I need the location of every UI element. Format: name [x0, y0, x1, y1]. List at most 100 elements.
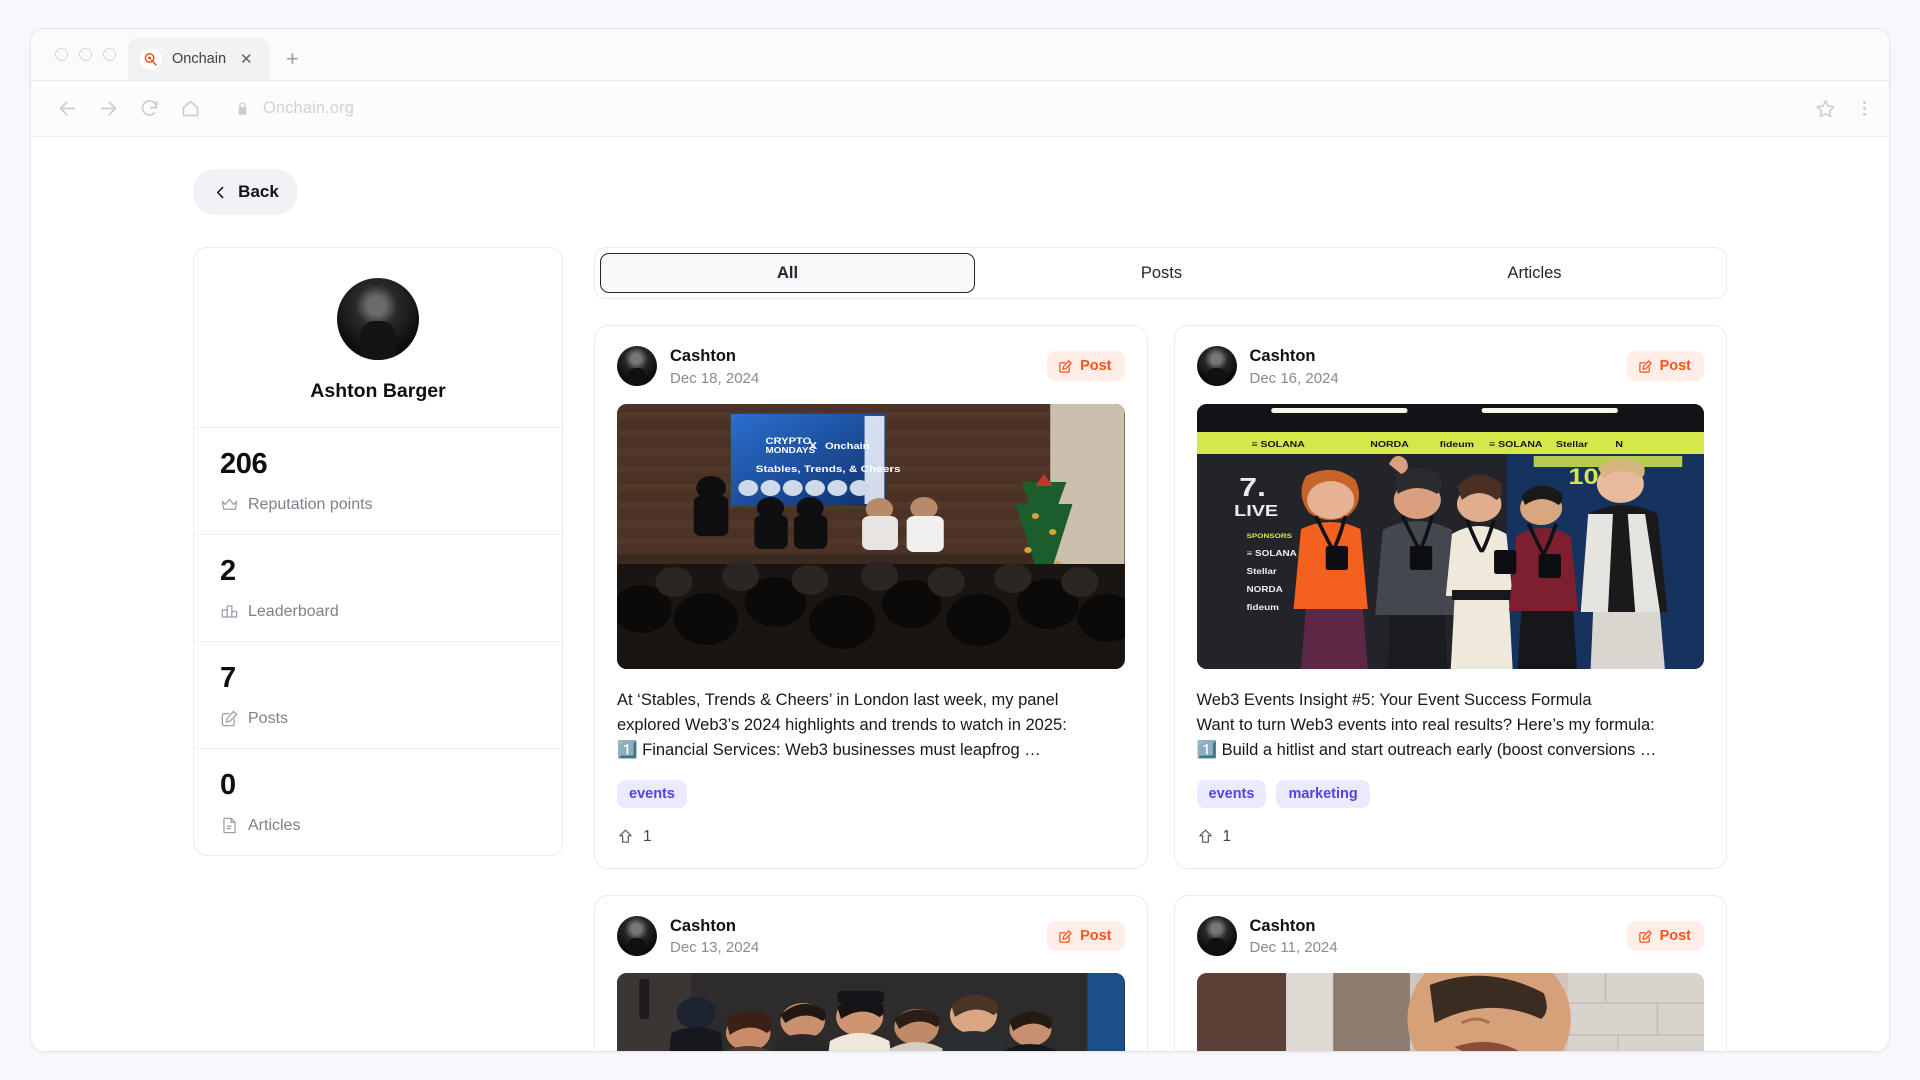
svg-text:NORDA: NORDA	[1246, 585, 1283, 594]
edit-square-icon	[1058, 929, 1073, 944]
arrow-up-icon	[617, 828, 634, 845]
tab-all[interactable]: All	[600, 253, 975, 293]
svg-text:7.: 7.	[1239, 473, 1266, 501]
post-date: Dec 11, 2024	[1249, 939, 1338, 957]
svg-text:fideum: fideum	[1246, 603, 1278, 612]
svg-text:LIVE: LIVE	[1234, 501, 1278, 519]
page-layout: Ashton Barger 206 Reputation points 2 Le…	[31, 215, 1889, 1051]
browser-window: Onchain ✕ + Onchain.org Back Ashton Barg…	[30, 28, 1890, 1052]
post-date: Dec 16, 2024	[1249, 369, 1339, 387]
leaderboard-icon	[220, 602, 239, 621]
post-text: At ‘Stables, Trends & Cheers’ in London …	[617, 690, 1067, 759]
avatar	[1196, 916, 1237, 957]
svg-text:10: 10	[1568, 465, 1598, 489]
post-card[interactable]: Cashton Dec 11, 2024 Post	[1173, 894, 1727, 1051]
svg-text:Onchain: Onchain	[825, 442, 870, 452]
post-image-portrait-closeup	[1196, 973, 1704, 1051]
tag[interactable]: events	[1196, 779, 1267, 808]
stat-label: Reputation points	[248, 495, 373, 513]
svg-text:≡ SOLANA: ≡ SOLANA	[1489, 440, 1543, 450]
tag[interactable]: events	[617, 779, 687, 808]
svg-text:fideum: fideum	[1439, 440, 1473, 450]
stat-value: 0	[220, 769, 236, 801]
status-badge[interactable]: Post	[1626, 921, 1704, 952]
post-author: Cashton	[1249, 347, 1316, 365]
avatar	[617, 346, 657, 387]
stat-leaderboard[interactable]: 2 Leaderboard	[194, 534, 562, 641]
status-badge[interactable]: Post	[1047, 921, 1125, 952]
stat-posts[interactable]: 7 Posts	[194, 641, 562, 748]
reload-icon[interactable]	[139, 98, 160, 119]
post-date: Dec 18, 2024	[670, 369, 760, 387]
svg-text:Stellar: Stellar	[1555, 440, 1587, 450]
profile-card: Ashton Barger 206 Reputation points 2 Le…	[193, 247, 563, 856]
stat-value: 7	[220, 662, 236, 694]
window-maximize-dot[interactable]	[103, 47, 116, 61]
avatar	[617, 916, 657, 957]
status-badge-label: Post	[1659, 928, 1691, 945]
close-icon[interactable]: ✕	[240, 52, 253, 67]
toolbar-actions	[1815, 98, 1867, 119]
post-card[interactable]: Cashton Dec 18, 2024 Post CRYPTO MONDAYS…	[594, 325, 1148, 869]
window-minimize-dot[interactable]	[79, 47, 92, 61]
browser-toolbar: Onchain.org	[31, 81, 1889, 137]
crown-icon	[220, 495, 239, 514]
back-button[interactable]: Back	[193, 169, 298, 215]
post-tags: events marketing	[1196, 779, 1705, 808]
stat-value: 206	[220, 448, 268, 480]
post-card[interactable]: Cashton Dec 13, 2024 Post	[594, 894, 1148, 1051]
post-author: Cashton	[670, 347, 736, 365]
plus-icon[interactable]: +	[286, 46, 299, 80]
svg-text:Stellar: Stellar	[1246, 567, 1277, 576]
stat-reputation-points[interactable]: 206 Reputation points	[194, 427, 562, 534]
upvote-button[interactable]: 1	[617, 828, 1125, 846]
avatar	[1196, 346, 1237, 387]
post-author: Cashton	[670, 916, 736, 935]
chevron-left-icon	[212, 184, 229, 201]
edit-square-icon	[220, 709, 239, 728]
arrow-left-icon[interactable]	[57, 98, 78, 119]
status-badge-label: Post	[1080, 928, 1112, 945]
feed-column: All Posts Articles Cashton Dec 18, 2024 …	[594, 247, 1727, 1051]
svg-text:X: X	[809, 441, 818, 452]
svg-text:N: N	[1615, 440, 1623, 450]
edit-square-icon	[1638, 359, 1653, 374]
status-badge[interactable]: Post	[1047, 351, 1125, 382]
kebab-menu-icon[interactable]	[1862, 98, 1867, 119]
post-grid: Cashton Dec 18, 2024 Post CRYPTO MONDAYS…	[594, 325, 1727, 1051]
stat-label: Leaderboard	[248, 602, 339, 620]
edit-square-icon	[1058, 359, 1073, 374]
browser-tabstrip: Onchain ✕ +	[31, 29, 1889, 81]
arrow-right-icon[interactable]	[98, 98, 119, 119]
post-image-conference-panel-stage: CRYPTO MONDAYS X Onchain Stables, Trends…	[617, 403, 1125, 669]
post-date: Dec 13, 2024	[670, 939, 760, 957]
tab-title: Onchain	[172, 51, 227, 67]
stat-articles[interactable]: 0 Articles	[194, 748, 562, 855]
page-title: Ashton Barger	[310, 380, 446, 402]
window-close-dot[interactable]	[55, 47, 68, 61]
edit-square-icon	[1638, 929, 1653, 944]
post-author: Cashton	[1249, 916, 1316, 935]
status-badge-label: Post	[1659, 358, 1691, 375]
svg-text:≡ SOLANA: ≡ SOLANA	[1246, 549, 1297, 558]
status-badge-label: Post	[1080, 358, 1112, 375]
status-badge[interactable]: Post	[1626, 351, 1704, 382]
post-card[interactable]: Cashton Dec 16, 2024 Post ≡ SOLANA NORDA…	[1173, 325, 1727, 869]
tab-articles[interactable]: Articles	[1348, 253, 1721, 293]
browser-tab-onchain[interactable]: Onchain ✕	[128, 38, 270, 80]
post-image-group-photo-stage: ≡ SOLANA NORDA fideum ≡ SOLANA Stellar N	[1196, 403, 1704, 669]
upvote-button[interactable]: 1	[1197, 828, 1705, 846]
svg-text:≡ SOLANA: ≡ SOLANA	[1251, 440, 1305, 450]
avatar	[337, 278, 419, 360]
svg-text:SPONSORS: SPONSORS	[1246, 531, 1292, 539]
stat-label: Posts	[248, 709, 289, 727]
lock-icon	[235, 101, 250, 116]
star-icon[interactable]	[1815, 98, 1836, 119]
home-icon[interactable]	[180, 98, 201, 119]
tab-posts[interactable]: Posts	[975, 253, 1348, 293]
post-image-crowd-networking	[617, 973, 1125, 1051]
upvote-count: 1	[1222, 827, 1232, 845]
tag[interactable]: marketing	[1276, 779, 1370, 808]
page-content: Back Ashton Barger 206 Reputation points…	[31, 138, 1889, 1051]
address-bar[interactable]: Onchain.org	[235, 99, 1795, 118]
